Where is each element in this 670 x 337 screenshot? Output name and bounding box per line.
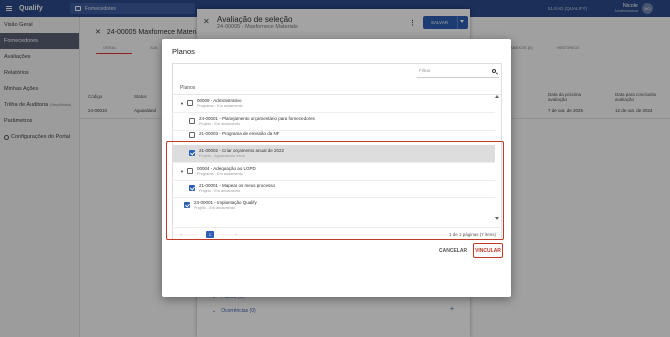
row-subtitle: Projeto - Em andamento [199,122,241,126]
column-header-planos: Planos [180,85,196,91]
scroll-up-icon[interactable] [495,95,499,98]
row-title: 24-00001 - Planejamento orçamentário par… [199,116,315,121]
cancel-button[interactable]: CANCELAR [439,248,467,254]
row-title: 21-00003 - Programa de emissão da NF [199,131,280,136]
filter-input[interactable]: Filtrar [417,67,499,78]
search-icon[interactable] [492,69,496,73]
row-title: 00009 - Administrativo [197,98,242,103]
tree-row[interactable]: ▼ 00009 - Administrativo Programa - Em a… [172,95,495,113]
vincular-button[interactable]: VINCULAR [473,243,503,258]
row-subtitle: Programa - Em andamento [197,104,243,108]
row-checkbox[interactable] [189,118,195,124]
selection-highlight [166,141,504,240]
row-checkbox[interactable] [187,100,193,106]
tree-row[interactable]: 21-00003 - Programa de emissão da NF [172,128,495,142]
row-checkbox[interactable] [189,132,195,138]
expand-toggle-icon[interactable]: ▼ [180,101,184,106]
dialog-title: Planos [172,47,195,56]
